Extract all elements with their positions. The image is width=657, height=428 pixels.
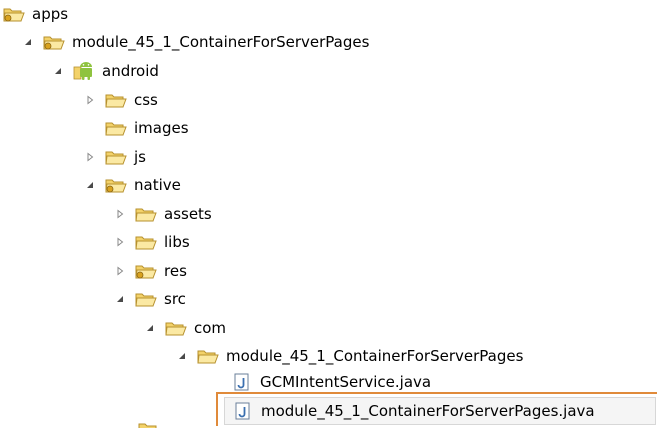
folder-icon (134, 205, 158, 223)
tree-item-src[interactable]: src (114, 287, 186, 311)
tree-item-label: apps (32, 5, 69, 23)
folder-icon (134, 233, 158, 251)
tree-item-libs[interactable]: libs (114, 230, 190, 254)
tree-item-label: res (164, 262, 187, 280)
tree-item-module-package[interactable]: module_45_1_ContainerForServerPages (176, 344, 523, 368)
expanded-arrow-icon[interactable] (176, 349, 188, 363)
expanded-arrow-icon[interactable] (114, 292, 126, 306)
tree-item-module-java-selected[interactable]: module_45_1_ContainerForServerPages.java (224, 397, 656, 425)
tree-item-label: assets (164, 205, 212, 223)
tree-item-label: GCMIntentService.java (260, 373, 432, 391)
tree-item-label: android (102, 62, 159, 80)
project-folder-icon (134, 262, 158, 280)
tree-item-assets[interactable]: assets (114, 202, 212, 226)
tree-item-js[interactable]: js (84, 145, 146, 169)
tree-item-label: src (164, 290, 186, 308)
project-folder-icon (42, 33, 66, 51)
project-explorer-tree: apps module_45_1_ContainerForServerPages (0, 0, 657, 428)
tree-item-label: module_45_1_ContainerForServerPages (226, 347, 524, 365)
tree-item-label: module_45_1_ContainerForServerPages (72, 33, 370, 51)
expanded-arrow-icon[interactable] (52, 64, 64, 78)
collapsed-arrow-icon[interactable] (114, 264, 126, 278)
android-icon (72, 62, 96, 80)
tree-item-images[interactable]: images (104, 116, 189, 140)
tree-item-native[interactable]: native (84, 173, 181, 197)
tree-item-label: css (134, 91, 158, 109)
folder-icon (104, 119, 128, 137)
java-file-icon (230, 373, 254, 391)
tree-item-label: js (134, 148, 146, 166)
java-file-icon (231, 402, 255, 420)
package-folder-icon (196, 347, 220, 365)
expanded-arrow-icon[interactable] (22, 35, 34, 49)
selection-outline-top (216, 392, 657, 394)
tree-item-apps[interactable]: apps (2, 2, 68, 26)
folder-icon (104, 91, 128, 109)
tree-item-label: images (134, 119, 189, 137)
tree-item-module-project[interactable]: module_45_1_ContainerForServerPages (22, 30, 369, 54)
selection-outline-left (216, 392, 218, 426)
folder-icon (137, 420, 159, 428)
tree-item-css[interactable]: css (84, 88, 158, 112)
tree-item-res[interactable]: res (114, 259, 187, 283)
expanded-arrow-icon[interactable] (84, 178, 96, 192)
tree-item-label: com (194, 319, 227, 337)
tree-item-com[interactable]: com (144, 316, 226, 340)
tree-item-label: libs (164, 233, 190, 251)
collapsed-arrow-icon[interactable] (84, 150, 96, 164)
project-folder-icon (2, 5, 26, 23)
tree-item-android[interactable]: android (52, 59, 159, 83)
collapsed-arrow-icon[interactable] (114, 207, 126, 221)
tree-item-label: module_45_1_ContainerForServerPages.java (261, 402, 595, 420)
tree-item-label: native (134, 176, 181, 194)
tree-item-gcm-java[interactable]: GCMIntentService.java (230, 370, 431, 394)
project-folder-icon (104, 176, 128, 194)
collapsed-arrow-icon[interactable] (114, 235, 126, 249)
collapsed-arrow-icon[interactable] (84, 93, 96, 107)
expanded-arrow-icon[interactable] (144, 321, 156, 335)
folder-icon (134, 290, 158, 308)
folder-icon (104, 148, 128, 166)
package-folder-icon (164, 319, 188, 337)
